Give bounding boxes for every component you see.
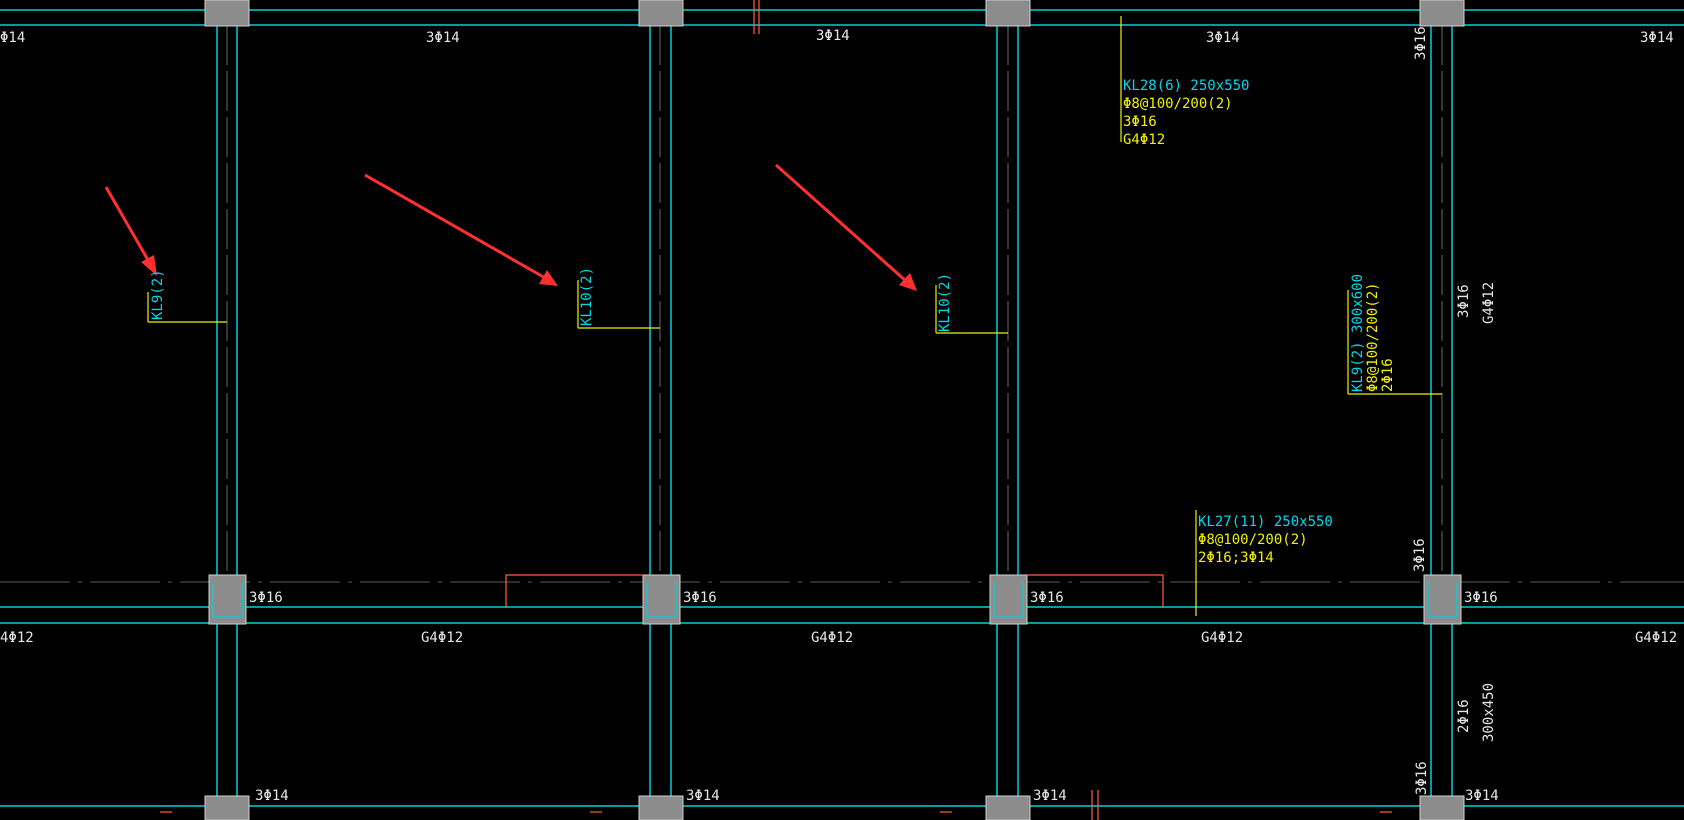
column-top-4[interactable]: [1419, 0, 1465, 27]
column-details: [212, 582, 1458, 618]
kl28-top-rebar[interactable]: 3Φ16: [1123, 114, 1157, 130]
cad-drawing-canvas[interactable]: Φ14 3Φ14 3Φ14 3Φ14 3Φ14 3Φ16 KL28(6) 250…: [0, 0, 1684, 820]
top-right-rebar[interactable]: 3Φ14: [1640, 30, 1674, 46]
bottom-right-vertical-small[interactable]: 3Φ16: [1414, 761, 1430, 795]
bottom-right-vertical-size[interactable]: 300x450: [1481, 683, 1497, 742]
bot-rebar-col2[interactable]: 3Φ14: [686, 788, 720, 804]
kl27-stirrup[interactable]: Φ8@100/200(2): [1198, 532, 1308, 548]
inner-grey-lines: [226, 25, 1443, 575]
kl9-left-label[interactable]: KL9(2): [150, 269, 166, 320]
column-top-2[interactable]: [638, 0, 684, 27]
side-span1-rebar[interactable]: G4Φ12: [421, 630, 463, 646]
mid-rebar-col4[interactable]: 3Φ16: [1464, 590, 1498, 606]
red-details: [160, 0, 1392, 820]
column-bot-4[interactable]: [1419, 795, 1465, 820]
side-span2-rebar[interactable]: G4Φ12: [811, 630, 853, 646]
top-span2-rebar[interactable]: 3Φ14: [816, 28, 850, 44]
kl9-right-stirrup[interactable]: Φ8@100/200(2): [1365, 282, 1381, 392]
top-span1-rebar[interactable]: 3Φ14: [426, 30, 460, 46]
columns: [204, 0, 1465, 820]
right-vertical-top-rebar[interactable]: 3Φ16: [1413, 26, 1429, 60]
side-right-rebar[interactable]: G4Φ12: [1635, 630, 1677, 646]
kl28-stirrup[interactable]: Φ8@100/200(2): [1123, 96, 1233, 112]
arrow-1: [104, 186, 157, 276]
kl27-top-rebar[interactable]: 2Φ16;3Φ14: [1198, 550, 1274, 566]
top-left-rebar[interactable]: Φ14: [0, 30, 25, 46]
column-bot-2[interactable]: [638, 795, 684, 820]
mid-col-right-vertical[interactable]: 3Φ16: [1412, 538, 1428, 572]
mid-rebar-col3[interactable]: 3Φ16: [1030, 590, 1064, 606]
vertical-beams: [216, 0, 1453, 820]
kl9-right-top-rebar[interactable]: 2Φ16: [1380, 358, 1396, 392]
column-bot-3[interactable]: [985, 795, 1031, 820]
mid-rebar-col1[interactable]: 3Φ16: [249, 590, 283, 606]
kl27-name[interactable]: KL27(11) 250x550: [1198, 514, 1333, 530]
arrow-3: [775, 163, 917, 291]
bot-rebar-col1[interactable]: 3Φ14: [255, 788, 289, 804]
right-side-top-rebar[interactable]: 3Φ16: [1456, 284, 1472, 318]
mid-rebar-col2[interactable]: 3Φ16: [683, 590, 717, 606]
side-left-rebar[interactable]: 4Φ12: [0, 630, 34, 646]
kl9-right-name[interactable]: KL9(2) 300x600: [1350, 274, 1366, 392]
bot-rebar-col3[interactable]: 3Φ14: [1033, 788, 1067, 804]
kl28-name[interactable]: KL28(6) 250x550: [1123, 78, 1249, 94]
column-top-1[interactable]: [204, 0, 250, 27]
kl10-a-label[interactable]: KL10(2): [579, 267, 595, 326]
top-span3-rebar[interactable]: 3Φ14: [1206, 30, 1240, 46]
side-span3-rebar[interactable]: G4Φ12: [1201, 630, 1243, 646]
right-side-side-rebar[interactable]: G4Φ12: [1481, 282, 1497, 324]
column-top-3[interactable]: [985, 0, 1031, 27]
bot-rebar-col4[interactable]: 3Φ14: [1465, 788, 1499, 804]
red-arrows: [104, 163, 917, 291]
kl28-side-rebar[interactable]: G4Φ12: [1123, 132, 1165, 148]
column-bot-1[interactable]: [204, 795, 250, 820]
bottom-right-vertical-rebar[interactable]: 2Φ16: [1456, 699, 1472, 733]
kl10-b-label[interactable]: KL10(2): [937, 273, 953, 332]
annotations: Φ14 3Φ14 3Φ14 3Φ14 3Φ14 3Φ16 KL28(6) 250…: [0, 26, 1677, 804]
arrow-2: [364, 173, 558, 286]
